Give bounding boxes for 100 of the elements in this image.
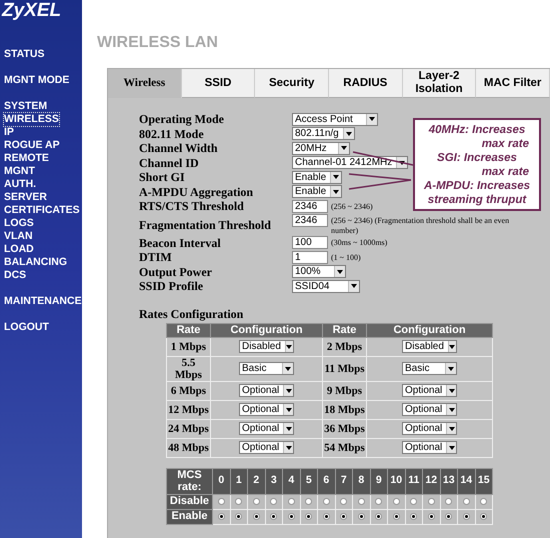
radio-button[interactable]: [340, 513, 348, 520]
caret-icon: [285, 366, 291, 370]
radio-button[interactable]: [235, 498, 242, 505]
rate-cell: 11 Mbps: [322, 356, 366, 381]
caret-icon: [448, 426, 455, 430]
dropdown[interactable]: Enable: [292, 185, 342, 198]
radio-button[interactable]: [445, 498, 452, 505]
dropdown[interactable]: Basic: [239, 362, 294, 375]
radio-button[interactable]: [288, 498, 295, 505]
dropdown[interactable]: 802.11n/g: [292, 127, 355, 140]
dropdown[interactable]: Optional: [402, 403, 457, 416]
dropdown[interactable]: 20MHz: [292, 142, 350, 155]
dropdown[interactable]: Access Point: [292, 112, 378, 126]
column-header: 11: [405, 468, 422, 494]
tab[interactable]: MAC Filter: [476, 69, 550, 98]
dropdown[interactable]: Optional: [239, 422, 294, 435]
caret-icon: [449, 344, 456, 348]
radio-button[interactable]: [252, 513, 260, 520]
dropdown[interactable]: Disabled: [239, 340, 294, 353]
field-label: Fragmentation Threshold: [139, 218, 272, 232]
dropdown[interactable]: Optional: [239, 403, 294, 416]
field-label: Operating Mode: [139, 112, 225, 126]
tab[interactable]: Security: [255, 69, 329, 98]
dropdown[interactable]: Optional: [402, 422, 457, 435]
nav-link[interactable]: IP: [4, 126, 14, 139]
tab[interactable]: SSID: [182, 69, 256, 98]
radio-button[interactable]: [428, 513, 435, 520]
radio-button[interactable]: [392, 513, 400, 520]
column-header: 5: [300, 468, 318, 494]
field-label: SSID Profile: [139, 279, 204, 294]
radio-button[interactable]: [218, 498, 225, 505]
radio-button[interactable]: [358, 513, 365, 520]
radio-button[interactable]: [410, 498, 418, 505]
radio-button[interactable]: [375, 498, 382, 505]
column-header: 15: [475, 468, 492, 494]
nav-link[interactable]: ROGUE AP: [4, 139, 60, 152]
column-header: 13: [440, 468, 458, 494]
column-header: 12: [422, 468, 440, 494]
nav-link[interactable]: MGNT MODE: [4, 74, 70, 87]
dropdown[interactable]: Optional: [239, 384, 294, 397]
dropdown[interactable]: Basic: [402, 362, 457, 375]
radio-button[interactable]: [252, 498, 260, 505]
leader-line: [348, 179, 412, 190]
nav-link[interactable]: MAINTENANCE: [4, 295, 82, 308]
dropdown[interactable]: Enable: [292, 170, 342, 184]
dropdown[interactable]: Optional: [402, 384, 457, 397]
nav-link[interactable]: LOGOUT: [4, 321, 49, 334]
radio-button[interactable]: [340, 498, 348, 505]
nav-link[interactable]: REMOTE MGNT: [4, 152, 76, 178]
tab[interactable]: RADIUS: [328, 69, 403, 98]
tab[interactable]: Layer-2 Isolation: [402, 69, 476, 98]
radio-button[interactable]: [462, 513, 470, 520]
radio-button[interactable]: [428, 498, 435, 505]
rate-cell: 48 Mbps: [166, 438, 210, 457]
radio-button[interactable]: [235, 513, 242, 520]
hint-text: (1 ~ 100): [331, 252, 361, 263]
rate-cell: 6 Mbps: [166, 381, 210, 400]
radio-button[interactable]: [322, 513, 330, 520]
rate-cell: 12 Mbps: [166, 400, 210, 419]
nav-link[interactable]: STATUS: [4, 48, 44, 61]
input-field[interactable]: 1: [292, 250, 328, 264]
nav-link[interactable]: LOAD BALANCING: [4, 243, 76, 269]
radio-button[interactable]: [375, 513, 382, 520]
dropdown[interactable]: Optional: [402, 441, 457, 454]
dropdown[interactable]: Optional: [239, 441, 294, 454]
nav-link[interactable]: AUTH. SERVER: [4, 178, 76, 204]
radio-button[interactable]: [305, 498, 312, 505]
caret-icon: [346, 132, 352, 136]
radio-button[interactable]: [358, 498, 365, 505]
radio-button[interactable]: [462, 498, 470, 505]
radio-button[interactable]: [270, 498, 278, 505]
radio-button[interactable]: [410, 513, 418, 520]
radio-button[interactable]: [288, 513, 295, 520]
radio-button[interactable]: [445, 513, 452, 520]
input-field[interactable]: 100: [292, 236, 328, 250]
caret-icon: [448, 366, 454, 370]
nav-link[interactable]: LOGS: [4, 217, 34, 230]
nav-link[interactable]: DCS: [4, 269, 26, 282]
field-label: DTIM: [139, 250, 173, 264]
dropdown[interactable]: 100%: [292, 265, 346, 278]
radio-button[interactable]: [322, 498, 330, 505]
nav-link[interactable]: SYSTEM: [4, 100, 48, 113]
radio-button[interactable]: [270, 513, 278, 520]
tab[interactable]: Wireless: [108, 69, 182, 98]
dropdown[interactable]: SSID04: [292, 280, 360, 293]
radio-button[interactable]: [480, 513, 488, 520]
field-label: Channel Width: [139, 141, 219, 156]
input-field[interactable]: 2346: [292, 214, 328, 226]
input-field[interactable]: 2346: [292, 200, 328, 213]
nav-link[interactable]: WIRELESS: [4, 113, 59, 126]
caret-icon: [286, 446, 292, 450]
radio-button[interactable]: [392, 498, 400, 505]
radio-button[interactable]: [480, 498, 488, 505]
dropdown[interactable]: Disabled: [402, 340, 457, 353]
radio-button[interactable]: [218, 513, 225, 520]
rate-cell: 1 Mbps: [166, 337, 210, 356]
nav-link[interactable]: VLAN: [4, 230, 33, 243]
nav-link[interactable]: CERTIFICATES: [4, 204, 80, 217]
dropdown[interactable]: Channel-01 2412MHz: [292, 156, 408, 170]
radio-button[interactable]: [305, 513, 312, 520]
